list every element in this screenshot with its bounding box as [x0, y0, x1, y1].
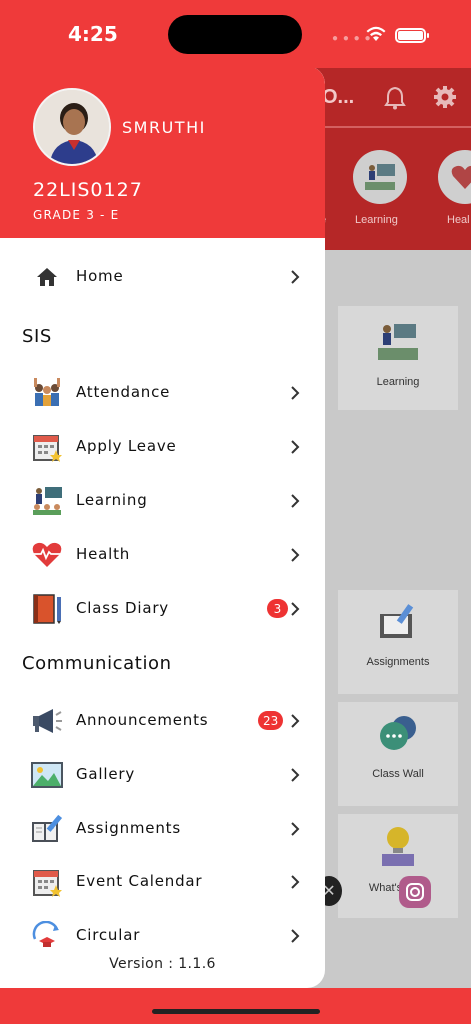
menu-item-apply-leave[interactable]: Apply Leave — [0, 422, 325, 472]
background-card-learning: Learning — [338, 306, 458, 410]
menu-item-announcements[interactable]: Announcements 23 — [0, 696, 325, 746]
status-time: 4:25 — [68, 22, 118, 46]
background-title: O... — [322, 86, 355, 108]
user-id: 22LIS0127 — [33, 179, 143, 201]
menu-item-learning[interactable]: Learning — [0, 476, 325, 526]
menu-label: Announcements — [76, 711, 209, 729]
notification-badge: 3 — [267, 599, 288, 618]
menu-item-attendance[interactable]: Attendance — [0, 368, 325, 418]
menu-item-health[interactable]: Health — [0, 530, 325, 580]
chevron-right-icon — [291, 494, 300, 508]
calendar-icon — [31, 866, 63, 898]
notification-bell-icon — [384, 86, 406, 110]
health-icon — [31, 539, 63, 571]
chevron-right-icon — [291, 440, 300, 454]
class-diary-icon — [31, 593, 63, 625]
chevron-right-icon — [291, 270, 300, 284]
background-card-whats-new: What's New — [338, 814, 458, 918]
lightbulb-icon — [382, 827, 414, 866]
chevron-right-icon — [291, 875, 300, 889]
menu-label: Health — [76, 545, 131, 563]
battery-icon — [395, 28, 429, 43]
circular-icon — [31, 920, 63, 952]
chevron-right-icon — [291, 768, 300, 782]
dynamic-island — [168, 15, 302, 54]
menu-label: Assignments — [76, 819, 181, 837]
menu-label: Attendance — [76, 383, 171, 401]
user-grade: GRADE 3 - E — [33, 208, 120, 222]
learning-icon — [365, 164, 395, 190]
section-title-sis: SIS — [22, 326, 52, 347]
card-label: What's New — [368, 882, 428, 894]
menu-label: Circular — [76, 926, 141, 944]
background-card-class-wall: Class Wall — [338, 702, 458, 806]
quick-link-health — [438, 150, 471, 204]
instagram-icon — [399, 876, 431, 908]
navigation-drawer: SMRUTHI 22LIS0127 GRADE 3 - E Home SIS A… — [0, 66, 325, 988]
settings-gear-icon — [434, 86, 456, 108]
menu-item-gallery[interactable]: Gallery — [0, 750, 325, 800]
menu-label: Learning — [76, 491, 148, 509]
megaphone-icon — [31, 705, 63, 737]
card-label: Class Wall — [372, 768, 424, 780]
menu-label: Apply Leave — [76, 437, 177, 455]
menu-label: Class Diary — [76, 599, 169, 617]
section-title-communication: Communication — [22, 653, 172, 674]
app-version: Version : 1.1.6 — [109, 956, 216, 972]
menu-label: Home — [76, 267, 124, 285]
menu-item-event-calendar[interactable]: Event Calendar — [0, 857, 325, 907]
chevron-right-icon — [291, 548, 300, 562]
assignments-icon — [380, 604, 414, 638]
menu-item-circular[interactable]: Circular — [0, 911, 325, 961]
card-label: Assignments — [366, 656, 430, 668]
menu-item-class-diary[interactable]: Class Diary 3 — [0, 584, 325, 634]
quick-link-learning — [353, 150, 407, 204]
assignments-icon — [31, 813, 63, 845]
background-divider — [320, 126, 471, 128]
status-bar: 4:25 ● ● ● ● — [0, 0, 471, 68]
learning-icon — [31, 485, 63, 517]
chevron-right-icon — [291, 714, 300, 728]
health-icon — [451, 165, 471, 189]
chevron-right-icon — [291, 602, 300, 616]
background-card-assignments: Assignments — [338, 590, 458, 694]
apply-leave-icon — [31, 431, 63, 463]
avatar[interactable] — [33, 88, 111, 166]
menu-label: Gallery — [76, 765, 136, 783]
gallery-icon — [31, 759, 63, 791]
attendance-icon — [31, 377, 63, 409]
chat-bubble-icon — [380, 716, 416, 750]
menu-label: Event Calendar — [76, 872, 203, 890]
wifi-icon — [366, 26, 386, 41]
user-name: SMRUTHI — [122, 118, 206, 137]
home-indicator — [152, 1009, 320, 1014]
learning-icon — [378, 324, 418, 360]
menu-item-home[interactable]: Home — [0, 252, 325, 302]
chevron-right-icon — [291, 822, 300, 836]
menu-item-assignments[interactable]: Assignments — [0, 804, 325, 854]
quick-link-label: Heal — [447, 214, 470, 226]
home-icon — [31, 261, 63, 293]
chevron-right-icon — [291, 386, 300, 400]
card-label: Learning — [376, 376, 420, 388]
chevron-right-icon — [291, 929, 300, 943]
profile-photo — [35, 90, 109, 164]
quick-link-label: Learning — [355, 214, 398, 226]
notification-badge: 23 — [258, 711, 284, 730]
profile-header: SMRUTHI 22LIS0127 GRADE 3 - E — [0, 66, 325, 238]
